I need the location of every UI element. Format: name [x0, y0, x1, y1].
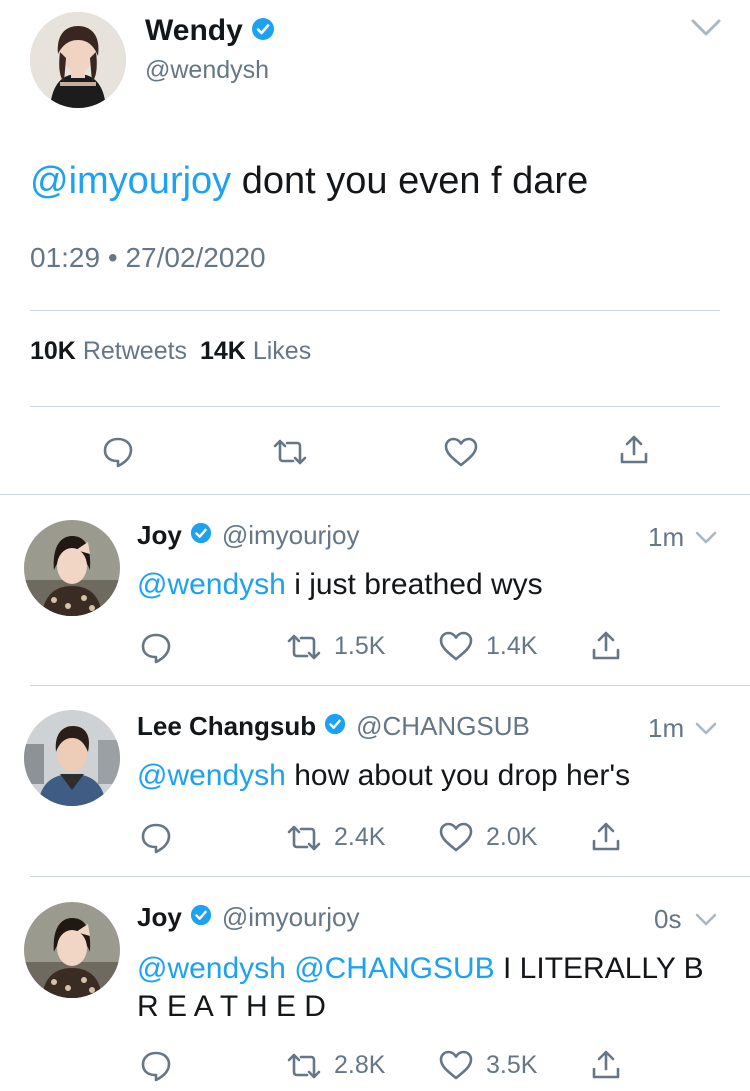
reply-body: I LITERALLY B	[494, 952, 704, 985]
retweet-action[interactable]: 2.8K	[286, 1051, 385, 1080]
reply-time: 0s	[654, 904, 682, 934]
like-count: 2.0K	[486, 822, 538, 851]
reply-icon[interactable]	[140, 822, 172, 854]
reply-avatar[interactable]	[24, 710, 120, 806]
verified-badge-icon	[190, 904, 212, 931]
reply-author-handle[interactable]: @CHANGSUB	[356, 711, 530, 742]
retweet-count: 2.4K	[334, 823, 386, 851]
engagement-stats: 10K Retweets 14K Likes	[30, 337, 311, 366]
reply-author-handle[interactable]: @imyourjoy	[222, 520, 360, 551]
chevron-down-icon[interactable]	[694, 912, 718, 928]
retweets-label: Retweets	[82, 337, 188, 365]
retweet-action[interactable]: 1.5K	[286, 632, 385, 661]
reply-author-name[interactable]: Lee Changsub	[137, 711, 316, 742]
tweet-timestamp: 01:29 • 27/02/2020	[30, 242, 266, 274]
tweet-text: @imyourjoy dont you even f dare	[30, 160, 588, 203]
mention-link[interactable]: @wendysh	[137, 568, 286, 601]
divider	[30, 406, 720, 407]
like-count: 3.5K	[486, 1050, 538, 1079]
retweet-action[interactable]: 2.4K	[286, 823, 385, 852]
reply-text: @wendysh how about you drop her's	[137, 759, 630, 793]
share-icon[interactable]	[590, 1049, 622, 1081]
likes-stat[interactable]: 14K Likes	[200, 337, 311, 365]
retweet-count: 2.8K	[334, 1051, 386, 1079]
chevron-down-icon[interactable]	[690, 18, 722, 38]
reply-author-handle[interactable]: @imyourjoy	[222, 902, 360, 933]
mention-link[interactable]: @wendysh @CHANGSUB	[137, 952, 495, 985]
tweet-date: 27/02/2020	[125, 242, 266, 273]
divider	[30, 876, 750, 877]
mention-link[interactable]: @imyourjoy	[30, 160, 231, 202]
divider	[30, 685, 750, 686]
reply-body-line2: R E A T H E D	[137, 990, 326, 1023]
reply-header: Lee Changsub @CHANGSUB	[137, 711, 530, 742]
tweet-time: 01:29	[30, 242, 101, 273]
reply-body: how about you drop her's	[285, 759, 631, 792]
verified-badge-icon	[251, 17, 275, 46]
retweet-icon	[286, 1052, 322, 1080]
reply-icon[interactable]	[140, 1050, 172, 1082]
verified-badge-icon	[190, 522, 212, 549]
section-divider	[0, 494, 750, 495]
like-icon	[438, 630, 474, 662]
mention-link[interactable]: @wendysh	[137, 759, 286, 792]
reply-header: Joy @imyourjoy	[137, 520, 359, 551]
retweet-icon[interactable]	[272, 438, 308, 466]
like-icon	[438, 821, 474, 853]
like-icon	[438, 1049, 474, 1081]
tweet-body: dont you even f dare	[231, 160, 589, 202]
reply-avatar[interactable]	[24, 902, 120, 998]
likes-label: Likes	[252, 337, 312, 365]
like-icon[interactable]	[443, 436, 479, 468]
reply-icon[interactable]	[102, 436, 134, 468]
verified-badge-icon	[324, 713, 346, 740]
retweets-stat[interactable]: 10K Retweets	[30, 337, 194, 365]
reply-time: 1m	[648, 522, 685, 552]
chevron-down-icon[interactable]	[694, 721, 718, 737]
share-icon[interactable]	[618, 434, 650, 466]
author-avatar[interactable]	[30, 12, 126, 108]
reply-body: i just breathed wys	[285, 568, 543, 601]
reply-header: Joy @imyourjoy	[137, 902, 359, 933]
reply-icon[interactable]	[140, 632, 172, 664]
share-icon[interactable]	[590, 630, 622, 662]
like-action[interactable]: 1.4K	[438, 630, 537, 662]
reply-author-name[interactable]: Joy	[137, 902, 182, 933]
divider	[30, 310, 720, 311]
like-count: 1.4K	[486, 631, 538, 660]
reply-text: @wendysh @CHANGSUB I LITERALLY B R E A T…	[137, 950, 737, 1026]
author-name-row: Wendy	[145, 14, 275, 48]
retweet-count: 1.5K	[334, 632, 386, 660]
reply-author-name[interactable]: Joy	[137, 520, 182, 551]
reply-time: 1m	[648, 713, 685, 743]
like-action[interactable]: 3.5K	[438, 1049, 537, 1081]
author-handle[interactable]: @wendysh	[145, 56, 269, 85]
retweet-icon	[286, 633, 322, 661]
reply-text: @wendysh i just breathed wys	[137, 568, 543, 602]
retweet-icon	[286, 824, 322, 852]
chevron-down-icon[interactable]	[694, 530, 718, 546]
like-action[interactable]: 2.0K	[438, 821, 537, 853]
share-icon[interactable]	[590, 821, 622, 853]
likes-count: 14K	[200, 337, 246, 365]
author-name[interactable]: Wendy	[145, 14, 243, 48]
retweets-count: 10K	[30, 337, 76, 365]
reply-avatar[interactable]	[24, 520, 120, 616]
timestamp-separator: •	[107, 242, 118, 273]
